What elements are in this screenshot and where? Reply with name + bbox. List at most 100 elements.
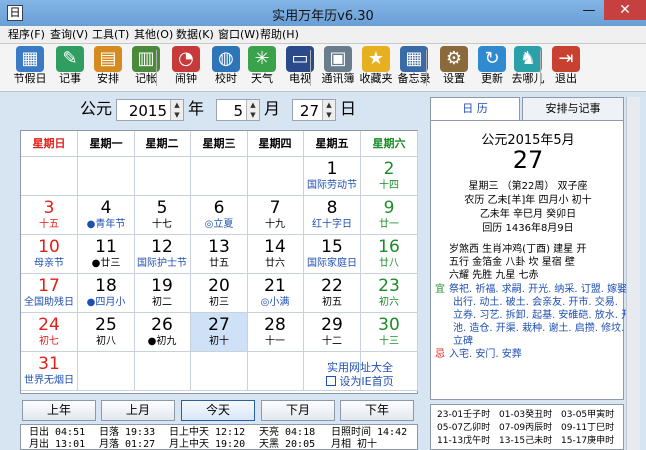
day-cell[interactable]: 20 初三	[191, 274, 248, 313]
menu-query[interactable]: 查询(V)	[50, 28, 88, 42]
day-cell[interactable]: 15 国际家庭日	[304, 235, 361, 274]
lunar-label: 十四	[379, 180, 399, 191]
lunar-label: 国际护士节	[137, 258, 187, 269]
lunar-label: 廿一	[379, 219, 399, 230]
day-cell[interactable]: 4 ●青年节	[78, 196, 135, 235]
weekday-header: 星期六	[361, 131, 418, 157]
lunar-label: 十二	[322, 336, 342, 347]
minimize-button[interactable]: —	[576, 2, 602, 20]
day-value: 27	[299, 102, 319, 120]
detail-day: 27	[512, 146, 544, 174]
set-homepage-checkbox[interactable]: 设为IE首页	[305, 375, 415, 389]
update-icon: ↻	[478, 46, 506, 72]
lunar-label: 十一	[265, 336, 285, 347]
day-cell[interactable]: 17 全国助残日	[21, 274, 78, 313]
exit-icon: ⇥	[552, 46, 580, 72]
day-cell[interactable]: 12 国际护士节	[134, 235, 191, 274]
menu-window[interactable]: 窗口(W)	[218, 28, 259, 42]
sun-moon-info: 日出 04:51 日落 19:33 日上中天 12:12 天亮 04:18 日照…	[20, 424, 418, 450]
day-cell[interactable]: 25 初八	[78, 313, 135, 352]
prev-month-button[interactable]: 上月	[101, 400, 175, 421]
day-number: 24	[38, 315, 60, 335]
hour-ganzhi: 01-03癸丑时	[499, 410, 553, 420]
day-cell[interactable]: 11 ●廿三	[78, 235, 135, 274]
weekday-header: 星期一	[78, 131, 135, 157]
hour-ganzhi-table: 23-01壬子时 01-03癸丑时 03-05甲寅时 05-07乙卯时 07-0…	[430, 404, 624, 450]
day-cell[interactable]: 31 世界无烟日	[21, 352, 78, 391]
tab-schedule[interactable]: 安排与记事	[522, 97, 624, 121]
menu-program[interactable]: 程序(F)	[8, 28, 45, 42]
arrow-down-icon[interactable]: ▼	[171, 110, 183, 120]
day-cell[interactable]: 9 廿一	[361, 196, 418, 235]
day-number: 11	[95, 237, 117, 257]
hour-ganzhi: 23-01壬子时	[437, 410, 491, 420]
day-cell[interactable]: 30 十三	[361, 313, 418, 352]
app-window: 日 实用万年历v6.30 — ✕ 程序(F) 查询(V) 工具(T) 其他(O)…	[0, 0, 646, 450]
checkbox-icon[interactable]	[326, 376, 337, 386]
menu-tools[interactable]: 工具(T)	[92, 28, 129, 42]
day-spinner[interactable]: 27 ▲ ▼	[292, 99, 336, 121]
day-cell[interactable]: 21 ◎小满	[247, 274, 304, 313]
day-cell[interactable]: 1 国际劳动节	[304, 157, 361, 196]
camel-icon: ♞	[514, 46, 542, 72]
day-cell[interactable]: 5 十七	[134, 196, 191, 235]
weekday-header: 星期五	[304, 131, 361, 157]
month-spinner[interactable]: 5 ▲ ▼	[216, 99, 260, 121]
title-bar[interactable]: 日 实用万年历v6.30 — ✕	[0, 0, 646, 26]
day-cell[interactable]: 3 十五	[21, 196, 78, 235]
day-cell[interactable]: 10 母亲节	[21, 235, 78, 274]
day-cell[interactable]: 27 初十	[191, 313, 248, 352]
detail-line-wuxing: 五行 金箔金 八卦 坎 星宿 壁	[449, 257, 575, 268]
empty-day-cell	[247, 157, 304, 196]
calendar-icon: ▦	[16, 46, 44, 72]
day-cell[interactable]: 16 廿八	[361, 235, 418, 274]
day-number: 16	[378, 237, 400, 257]
day-cell[interactable]: 8 红十字日	[304, 196, 361, 235]
useful-sites-link[interactable]: 实用网址大全	[305, 361, 415, 375]
day-cell[interactable]: 23 初六	[361, 274, 418, 313]
day-number: 20	[208, 276, 230, 296]
day-cell[interactable]: 18 ●四月小	[78, 274, 135, 313]
day-cell[interactable]: 13 廿五	[191, 235, 248, 274]
toolbar-exit-button[interactable]: ⇥ 退出	[546, 46, 586, 90]
close-button[interactable]: ✕	[604, 0, 646, 20]
toolbar: ▦ 节假日 ✎ 记事 ▤ 安排 ▥ 记帐 ◔ 闹钟 ◍ 校时 ✳ 天气 ▭ 电视 ▣ 通讯簿 ★ 收藏夹 ▦ 备忘录 ⚙ 设置…	[0, 44, 646, 92]
vertical-scrollbar[interactable]	[626, 97, 640, 450]
hour-ganzhi: 03-05甲寅时	[561, 410, 615, 420]
menu-data[interactable]: 数据(K)	[176, 28, 214, 42]
day-cell[interactable]: 22 初五	[304, 274, 361, 313]
prev-year-button[interactable]: 上年	[22, 400, 96, 421]
arrow-up-icon[interactable]: ▲	[323, 100, 335, 110]
day-cell[interactable]: 2 十四	[361, 157, 418, 196]
year-spinner[interactable]: 2015 ▲ ▼	[116, 99, 184, 121]
lunar-label: ●廿三	[91, 258, 121, 269]
day-cell[interactable]: 26 ●初九	[134, 313, 191, 352]
detail-line-sui: 岁煞西 生肖冲鸡(丁酉) 建星 开	[449, 244, 587, 255]
arrow-down-icon[interactable]: ▼	[323, 110, 335, 120]
day-cell[interactable]: 14 廿六	[247, 235, 304, 274]
lunar-label: 国际家庭日	[307, 258, 357, 269]
lunar-label: 廿六	[265, 258, 285, 269]
day-cell[interactable]: 24 初七	[21, 313, 78, 352]
day-number: 6	[213, 198, 225, 218]
arrow-down-icon[interactable]: ▼	[247, 110, 259, 120]
menu-other[interactable]: 其他(O)	[134, 28, 173, 42]
hour-ganzhi: 05-07乙卯时	[437, 423, 491, 433]
next-year-button[interactable]: 下年	[340, 400, 414, 421]
lunar-label: ●初九	[147, 336, 177, 347]
day-cell[interactable]: 7 十九	[247, 196, 304, 235]
sunset-time: 日落 19:33	[99, 427, 156, 438]
day-cell[interactable]: 29 十二	[304, 313, 361, 352]
arrow-up-icon[interactable]: ▲	[247, 100, 259, 110]
alarm-clock-icon: ◔	[172, 46, 200, 72]
day-cell[interactable]: 6 ◎立夏	[191, 196, 248, 235]
arrow-up-icon[interactable]: ▲	[171, 100, 183, 110]
day-cell[interactable]: 19 初二	[134, 274, 191, 313]
menu-help[interactable]: 帮助(H)	[260, 28, 299, 42]
next-month-button[interactable]: 下月	[261, 400, 335, 421]
day-cell[interactable]: 28 十一	[247, 313, 304, 352]
day-number: 7	[269, 198, 281, 218]
tab-calendar[interactable]: 日 历	[430, 97, 520, 121]
today-button[interactable]: 今天	[181, 400, 255, 421]
hour-ganzhi: 11-13戊午时	[437, 436, 491, 446]
